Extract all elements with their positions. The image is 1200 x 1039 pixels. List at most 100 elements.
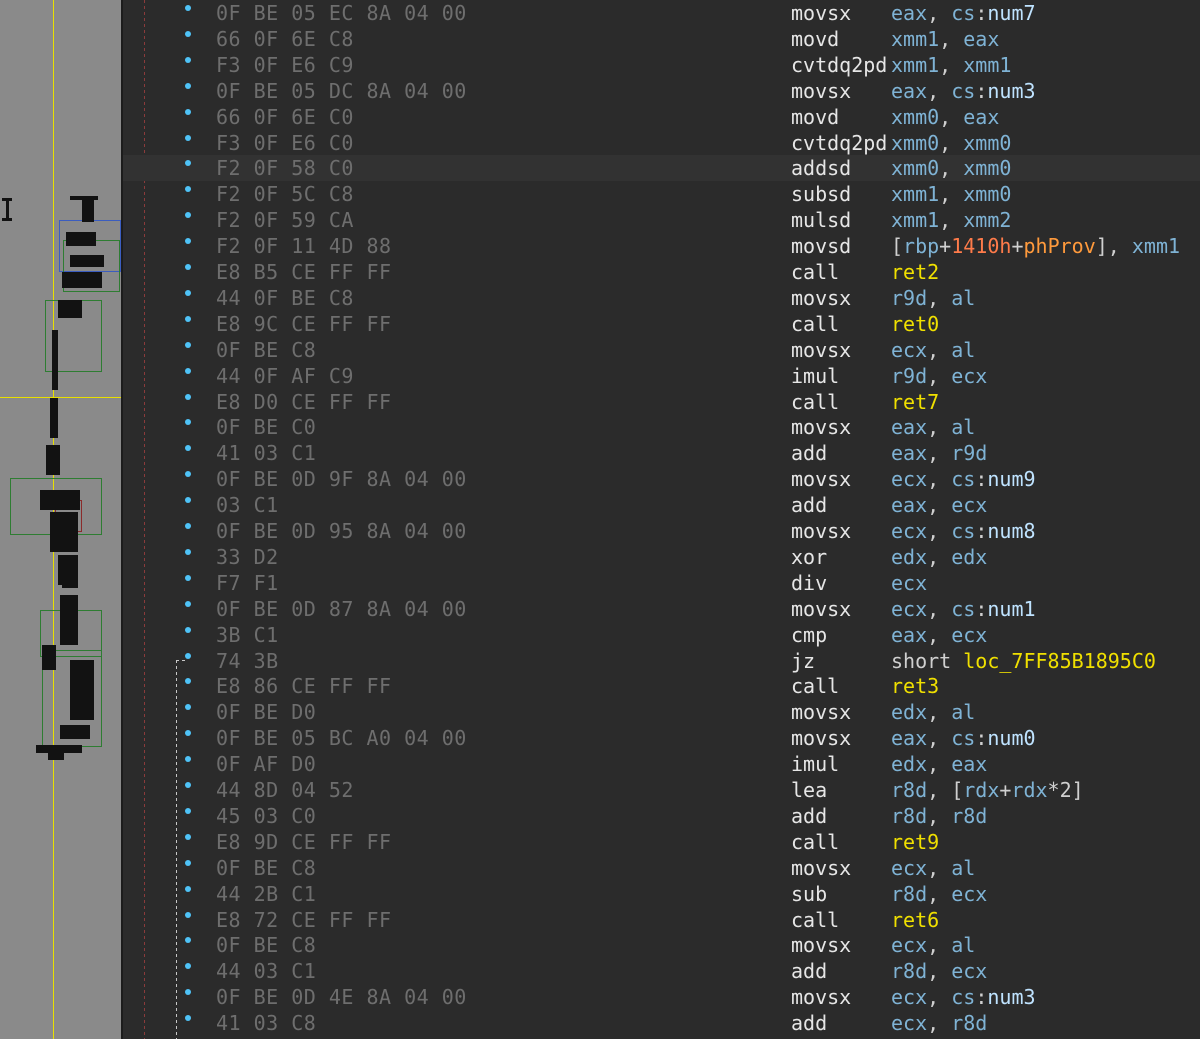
breakpoint-dot-icon[interactable]	[185, 523, 191, 529]
breakpoint-dot-icon[interactable]	[185, 859, 191, 866]
breakpoint-dot-icon[interactable]	[185, 134, 191, 141]
instruction-row[interactable]: E8 B5 CE FF FF call ret2	[123, 259, 1200, 285]
breakpoint-dot-icon[interactable]	[185, 574, 191, 581]
breakpoint-dot-icon[interactable]	[185, 341, 191, 348]
breakpoint-dot-icon[interactable]	[185, 471, 191, 478]
breakpoint-dot-icon[interactable]	[185, 82, 191, 89]
operand-sym[interactable]: num0	[987, 726, 1035, 750]
breakpoint-dot-icon[interactable]	[185, 756, 191, 763]
breakpoint-dot-icon[interactable]	[185, 782, 191, 788]
instruction-row[interactable]: 0F BE C8 movsx ecx, al	[123, 855, 1200, 881]
breakpoint-dot-icon[interactable]	[185, 989, 191, 996]
breakpoint-dot-icon[interactable]	[185, 730, 191, 737]
instruction-row[interactable]: 33 D2 xor edx, edx	[123, 544, 1200, 570]
operand-fn[interactable]: ret9	[891, 830, 939, 854]
instruction-row[interactable]: F3 0F E6 C0 cvtdq2pd xmm0, xmm0	[123, 130, 1200, 156]
instruction-row[interactable]: 0F BE 05 DC 8A 04 00 movsx eax, cs:num3	[123, 78, 1200, 104]
breakpoint-dot-icon[interactable]	[185, 678, 191, 685]
instruction-row[interactable]: 0F BE 05 BC A0 04 00 movsx eax, cs:num0	[123, 725, 1200, 751]
breakpoint-dot-icon[interactable]	[185, 704, 191, 711]
instruction-row[interactable]: F2 0F 5C C8 subsd xmm1, xmm0	[123, 181, 1200, 207]
operand-fn[interactable]: ret2	[891, 260, 939, 284]
operand-fn[interactable]: ret6	[891, 908, 939, 932]
instruction-row[interactable]: 0F BE 05 EC 8A 04 00 movsx eax, cs:num7	[123, 0, 1200, 26]
instruction-row[interactable]: 45 03 C0 add r8d, r8d	[123, 803, 1200, 829]
breakpoint-dot-icon[interactable]	[185, 186, 191, 193]
breakpoint-dot-icon[interactable]	[185, 600, 191, 607]
operand-fn[interactable]: loc_7FF85B1895C0	[963, 649, 1156, 673]
breakpoint-dot-icon[interactable]	[185, 626, 191, 633]
breakpoint-dot-icon[interactable]	[185, 238, 191, 245]
breakpoint-dot-icon[interactable]	[185, 315, 191, 322]
breakpoint-dot-icon[interactable]	[185, 833, 191, 840]
operand-sym[interactable]: num9	[987, 467, 1035, 491]
operand-sym[interactable]: num7	[987, 1, 1035, 25]
instruction-row[interactable]: 44 2B C1 sub r8d, ecx	[123, 881, 1200, 907]
instruction-row[interactable]: 74 3B jz short loc_7FF85B1895C0	[123, 648, 1200, 674]
instruction-row[interactable]: 0F BE D0 movsx edx, al	[123, 699, 1200, 725]
instruction-row[interactable]: 0F BE 0D 87 8A 04 00 movsx ecx, cs:num1	[123, 596, 1200, 622]
breakpoint-dot-icon[interactable]	[185, 56, 191, 63]
instruction-row[interactable]: 44 0F BE C8 movsx r9d, al	[123, 285, 1200, 311]
instruction-row[interactable]: 03 C1 add eax, ecx	[123, 492, 1200, 518]
breakpoint-dot-icon[interactable]	[185, 108, 191, 115]
instruction-row[interactable]: F2 0F 58 C0 addsd xmm0, xmm0	[123, 155, 1200, 182]
instruction-row[interactable]: 41 03 C8 add ecx, r8d	[123, 1010, 1200, 1036]
instruction-row[interactable]: 66 0F 6E C8 movd xmm1, eax	[123, 26, 1200, 52]
overview-node	[50, 398, 58, 438]
operand-fn[interactable]: ret7	[891, 390, 939, 414]
operand-sym[interactable]: num1	[987, 597, 1035, 621]
instruction-row[interactable]: 0F BE C8 movsx ecx, al	[123, 337, 1200, 363]
breakpoint-dot-icon[interactable]	[185, 393, 191, 400]
breakpoint-dot-icon[interactable]	[185, 160, 191, 167]
operand-sym[interactable]: num3	[987, 79, 1035, 103]
instruction-row[interactable]: 66 0F 6E C0 movd xmm0, eax	[123, 104, 1200, 130]
instruction-row[interactable]: E8 9C CE FF FF call ret0	[123, 311, 1200, 337]
instruction-row[interactable]: E8 9D CE FF FF call ret9	[123, 829, 1200, 855]
breakpoint-dot-icon[interactable]	[185, 5, 191, 11]
breakpoint-dot-icon[interactable]	[185, 264, 191, 270]
instruction-row[interactable]: F7 F1 div ecx	[123, 570, 1200, 596]
breakpoint-dot-icon[interactable]	[185, 652, 191, 659]
instruction-row[interactable]: 0F BE 0D 9F 8A 04 00 movsx ecx, cs:num9	[123, 466, 1200, 492]
breakpoint-dot-icon[interactable]	[185, 30, 191, 37]
overview-node	[42, 645, 56, 670]
breakpoint-dot-icon[interactable]	[185, 911, 191, 918]
breakpoint-dot-icon[interactable]	[185, 1015, 191, 1022]
instruction-row[interactable]: 3B C1 cmp eax, ecx	[123, 622, 1200, 648]
instruction-row[interactable]: F2 0F 59 CA mulsd xmm1, xmm2	[123, 207, 1200, 233]
breakpoint-dot-icon[interactable]	[185, 937, 191, 944]
breakpoint-dot-icon[interactable]	[185, 497, 191, 504]
breakpoint-dot-icon[interactable]	[185, 445, 191, 452]
breakpoint-dot-icon[interactable]	[185, 289, 191, 296]
instruction-row[interactable]: F2 0F 11 4D 88 movsd [rbp+1410h+phProv], x…	[123, 233, 1200, 259]
instruction-row[interactable]: 0F BE C0 movsx eax, al	[123, 414, 1200, 440]
instruction-row[interactable]: E8 72 CE FF FF call ret6	[123, 907, 1200, 933]
instruction-row[interactable]: 41 03 C1 add eax, r9d	[123, 440, 1200, 466]
operand-var[interactable]: phProv	[1023, 234, 1095, 258]
operand-sym[interactable]: num8	[987, 519, 1035, 543]
breakpoint-dot-icon[interactable]	[185, 419, 191, 426]
instruction-row[interactable]: 44 03 C1 add r8d, ecx	[123, 958, 1200, 984]
instruction-row[interactable]: 44 8D 04 52 lea r8d, [rdx+rdx*2]	[123, 777, 1200, 803]
operand-fn[interactable]: ret3	[891, 674, 939, 698]
instruction-operands: ecx, cs:num9	[891, 466, 1036, 492]
instruction-row[interactable]: 0F AF D0 imul edx, eax	[123, 751, 1200, 777]
instruction-row[interactable]: 0F BE 0D 4E 8A 04 00 movsx ecx, cs:num3	[123, 984, 1200, 1010]
breakpoint-dot-icon[interactable]	[185, 807, 191, 814]
instruction-row[interactable]: 44 0F AF C9 imul r9d, ecx	[123, 363, 1200, 389]
instruction-row[interactable]: F3 0F E6 C9 cvtdq2pd xmm1, xmm1	[123, 52, 1200, 78]
graph-overview[interactable]	[0, 0, 121, 1039]
instruction-row[interactable]: 0F BE C8 movsx ecx, al	[123, 932, 1200, 958]
breakpoint-dot-icon[interactable]	[185, 885, 191, 892]
operand-fn[interactable]: ret0	[891, 312, 939, 336]
instruction-row[interactable]: 0F BE 0D 95 8A 04 00 movsx ecx, cs:num8	[123, 518, 1200, 544]
instruction-row[interactable]: E8 D0 CE FF FF call ret7	[123, 389, 1200, 415]
operand-sym[interactable]: num3	[987, 985, 1035, 1009]
breakpoint-dot-icon[interactable]	[185, 963, 191, 970]
breakpoint-dot-icon[interactable]	[185, 548, 191, 555]
breakpoint-dot-icon[interactable]	[185, 367, 191, 374]
disassembly-listing[interactable]: 0F BE 05 EC 8A 04 00 movsx eax, cs:num7 66 …	[123, 0, 1200, 1039]
breakpoint-dot-icon[interactable]	[185, 212, 191, 219]
instruction-row[interactable]: E8 86 CE FF FF call ret3	[123, 673, 1200, 699]
